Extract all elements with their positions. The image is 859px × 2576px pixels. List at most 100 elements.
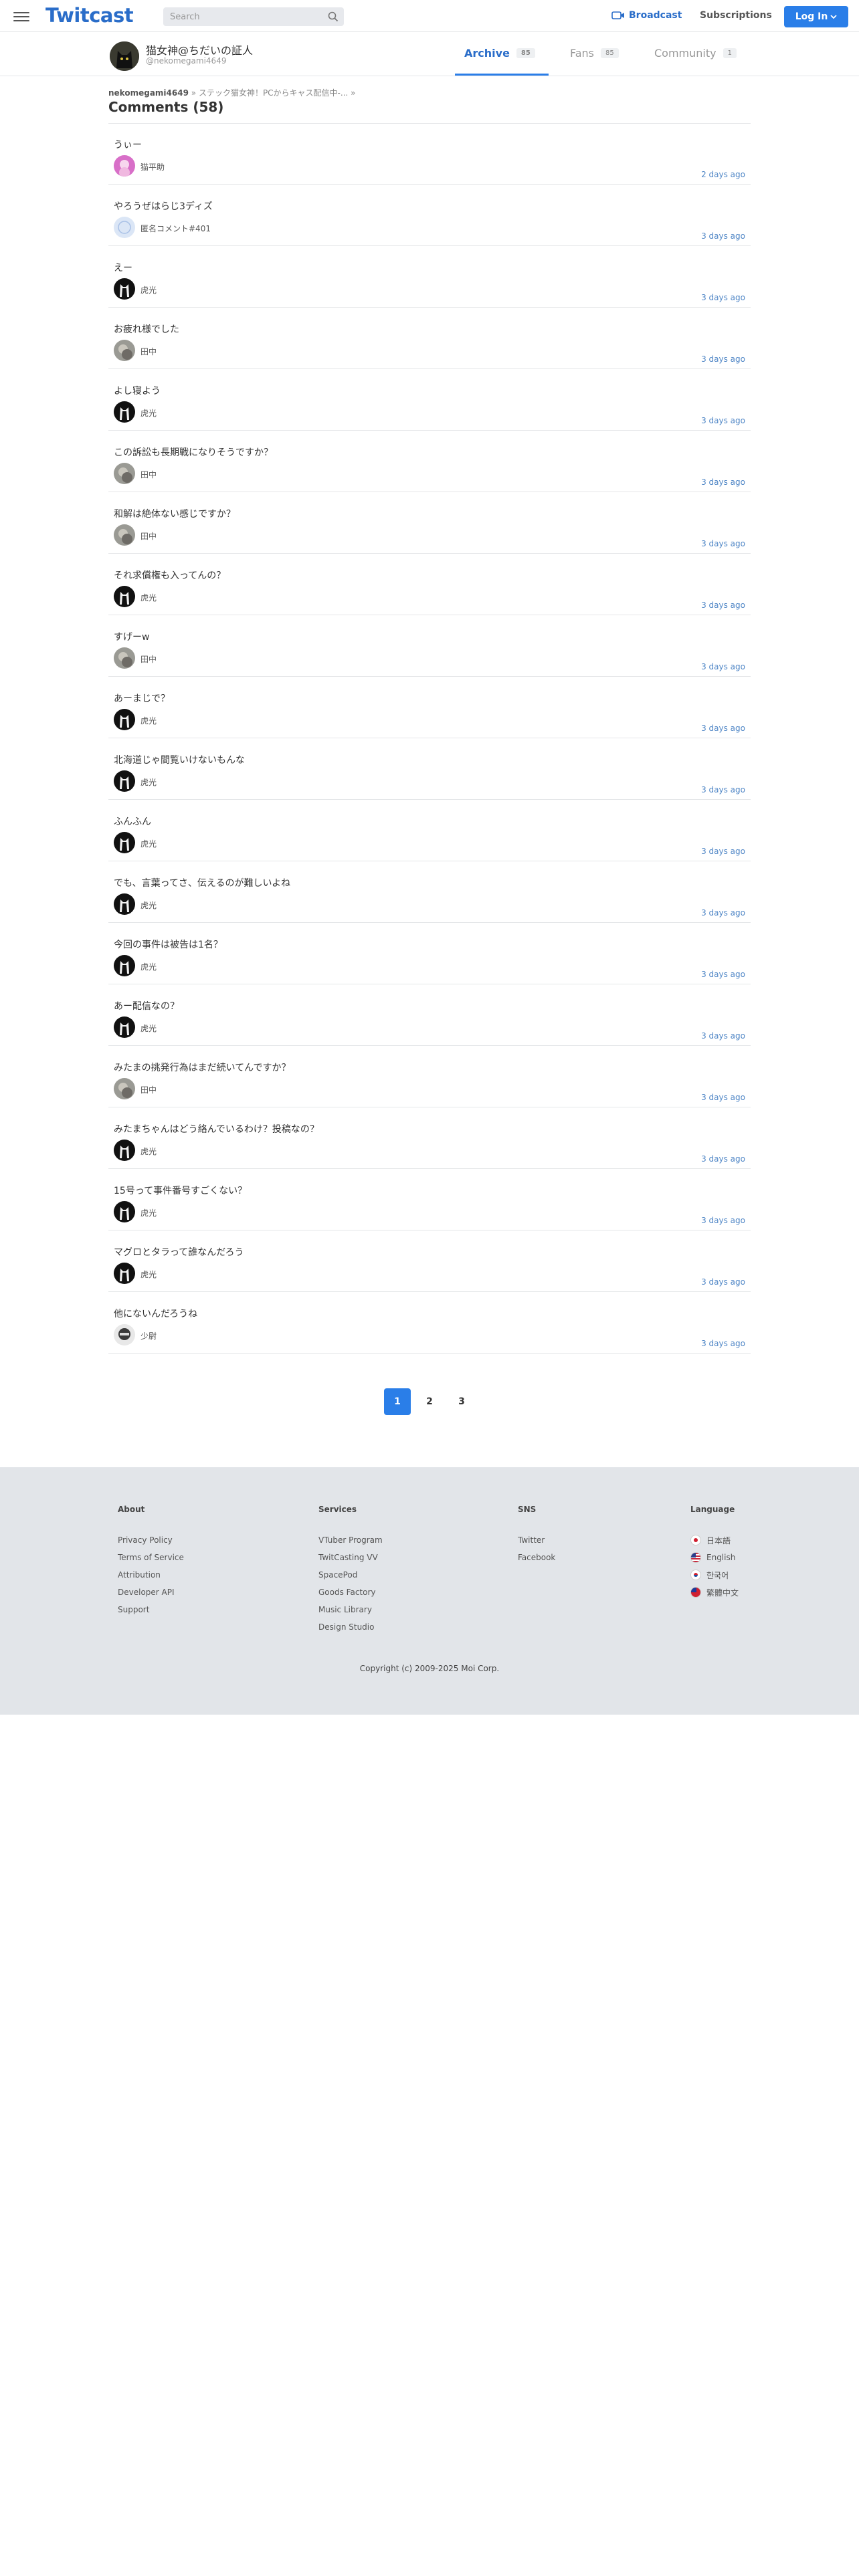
- comment-timestamp[interactable]: 3 days ago: [701, 539, 745, 548]
- comment-username[interactable]: 虎光: [140, 961, 157, 972]
- comment-username[interactable]: 田中: [140, 346, 157, 357]
- footer-link[interactable]: Music Library: [318, 1601, 383, 1618]
- login-button[interactable]: Log In: [784, 6, 848, 27]
- comment-username[interactable]: 田中: [140, 653, 157, 665]
- comment-timestamp[interactable]: 3 days ago: [701, 231, 745, 241]
- language-option-zh-tw[interactable]: 繁體中文: [690, 1584, 739, 1601]
- comment-timestamp[interactable]: 3 days ago: [701, 1339, 745, 1348]
- footer-link[interactable]: Privacy Policy: [118, 1531, 184, 1549]
- comment-username[interactable]: 少尉: [140, 1330, 157, 1341]
- page-button-2[interactable]: 2: [416, 1388, 443, 1415]
- comment-timestamp[interactable]: 3 days ago: [701, 1031, 745, 1041]
- comment-username[interactable]: 虎光: [140, 1269, 157, 1280]
- comment-username[interactable]: 虎光: [140, 715, 157, 726]
- comment-username[interactable]: 虎光: [140, 1023, 157, 1034]
- comment-timestamp[interactable]: 3 days ago: [701, 416, 745, 425]
- comment-timestamp[interactable]: 3 days ago: [701, 354, 745, 364]
- tab-fans[interactable]: Fans 85: [570, 47, 619, 60]
- user-avatar[interactable]: [114, 524, 135, 546]
- search-icon[interactable]: [328, 11, 339, 22]
- footer-link[interactable]: Goods Factory: [318, 1584, 383, 1601]
- comment-text: 北海道じゃ間覧いけないもんな: [114, 755, 245, 766]
- search-input[interactable]: [163, 7, 317, 26]
- comment-username[interactable]: 田中: [140, 469, 157, 480]
- breadcrumb-user[interactable]: nekomegami4649: [108, 88, 189, 98]
- comment-timestamp[interactable]: 3 days ago: [701, 724, 745, 733]
- user-avatar[interactable]: [114, 832, 135, 853]
- footer-link[interactable]: TwitCasting VV: [318, 1549, 383, 1566]
- user-avatar[interactable]: [114, 1324, 135, 1346]
- comment-username[interactable]: 匿名コメント#401: [140, 223, 211, 234]
- footer-link[interactable]: Terms of Service: [118, 1549, 184, 1566]
- comment-username[interactable]: 虎光: [140, 1146, 157, 1157]
- user-avatar[interactable]: [114, 1140, 135, 1161]
- comment-timestamp[interactable]: 3 days ago: [701, 1277, 745, 1287]
- language-option-en[interactable]: English: [690, 1549, 739, 1566]
- comment-username[interactable]: 虎光: [140, 284, 157, 296]
- twitcast-logo[interactable]: Twitcast: [45, 4, 134, 27]
- subscriptions-link[interactable]: Subscriptions: [700, 10, 772, 21]
- comment-timestamp[interactable]: 3 days ago: [701, 601, 745, 610]
- comment-username[interactable]: 田中: [140, 530, 157, 542]
- taiwan-flag-icon: [690, 1587, 701, 1598]
- comment-timestamp[interactable]: 3 days ago: [701, 1093, 745, 1102]
- language-option-ja[interactable]: 日本語: [690, 1531, 739, 1549]
- user-avatar[interactable]: [114, 463, 135, 484]
- user-avatar[interactable]: [114, 1016, 135, 1038]
- comment-timestamp[interactable]: 3 days ago: [701, 477, 745, 487]
- comment-item: 他にないんだろうね 少尉 3 days ago: [108, 1292, 751, 1354]
- comment-username[interactable]: 虎光: [140, 838, 157, 849]
- comment-timestamp[interactable]: 2 days ago: [701, 170, 745, 179]
- profile-avatar[interactable]: [110, 41, 139, 71]
- user-avatar[interactable]: [114, 955, 135, 976]
- comment-timestamp[interactable]: 3 days ago: [701, 1216, 745, 1225]
- user-avatar[interactable]: [114, 340, 135, 361]
- comment-username[interactable]: 虎光: [140, 407, 157, 419]
- comment-timestamp[interactable]: 3 days ago: [701, 662, 745, 671]
- broadcast-link[interactable]: Broadcast: [611, 10, 682, 21]
- comment-username[interactable]: 猫平助: [140, 161, 165, 173]
- breadcrumb-movie[interactable]: ステック猫女神！PCからキャス配信中-...: [199, 88, 348, 98]
- comment-item: この訴訟も長期戦になりそうですか？ 田中 3 days ago: [108, 431, 751, 492]
- footer-link[interactable]: Support: [118, 1601, 184, 1618]
- comment-timestamp[interactable]: 3 days ago: [701, 847, 745, 856]
- user-avatar[interactable]: [114, 1201, 135, 1222]
- comment-timestamp[interactable]: 3 days ago: [701, 908, 745, 918]
- user-avatar[interactable]: [114, 893, 135, 915]
- user-avatar[interactable]: [114, 709, 135, 730]
- footer-link[interactable]: Twitter: [518, 1531, 555, 1549]
- profile-name[interactable]: 猫女神@ちだいの証人: [146, 41, 253, 58]
- tab-community[interactable]: Community 1: [654, 47, 737, 60]
- comment-username[interactable]: 虎光: [140, 776, 157, 788]
- comment-username[interactable]: 虎光: [140, 1207, 157, 1218]
- user-avatar[interactable]: [114, 1078, 135, 1099]
- footer-link[interactable]: Facebook: [518, 1549, 555, 1566]
- page-button-3[interactable]: 3: [448, 1388, 475, 1415]
- comment-username[interactable]: 田中: [140, 1084, 157, 1095]
- language-option-ko[interactable]: 한국어: [690, 1566, 739, 1584]
- footer-link[interactable]: VTuber Program: [318, 1531, 383, 1549]
- footer-link[interactable]: SpacePod: [318, 1566, 383, 1584]
- user-avatar[interactable]: [114, 155, 135, 177]
- comment-timestamp[interactable]: 3 days ago: [701, 970, 745, 979]
- menu-icon[interactable]: [13, 9, 29, 23]
- user-avatar[interactable]: [114, 586, 135, 607]
- comment-text: それ求償権も入ってんの？: [114, 570, 226, 581]
- comment-username[interactable]: 虎光: [140, 592, 157, 603]
- comment-username[interactable]: 虎光: [140, 899, 157, 911]
- user-avatar[interactable]: [114, 278, 135, 300]
- comment-timestamp[interactable]: 3 days ago: [701, 785, 745, 794]
- page-button-1[interactable]: 1: [384, 1388, 411, 1415]
- user-avatar[interactable]: [114, 1263, 135, 1284]
- footer-link[interactable]: Developer API: [118, 1584, 184, 1601]
- user-avatar[interactable]: [114, 217, 135, 238]
- tab-archive[interactable]: Archive 85: [464, 47, 535, 60]
- user-avatar[interactable]: [114, 770, 135, 792]
- chevron-down-icon: [830, 15, 837, 19]
- comment-timestamp[interactable]: 3 days ago: [701, 1154, 745, 1164]
- footer-link[interactable]: Design Studio: [318, 1618, 383, 1636]
- user-avatar[interactable]: [114, 401, 135, 423]
- user-avatar[interactable]: [114, 647, 135, 669]
- comment-timestamp[interactable]: 3 days ago: [701, 293, 745, 302]
- footer-link[interactable]: Attribution: [118, 1566, 184, 1584]
